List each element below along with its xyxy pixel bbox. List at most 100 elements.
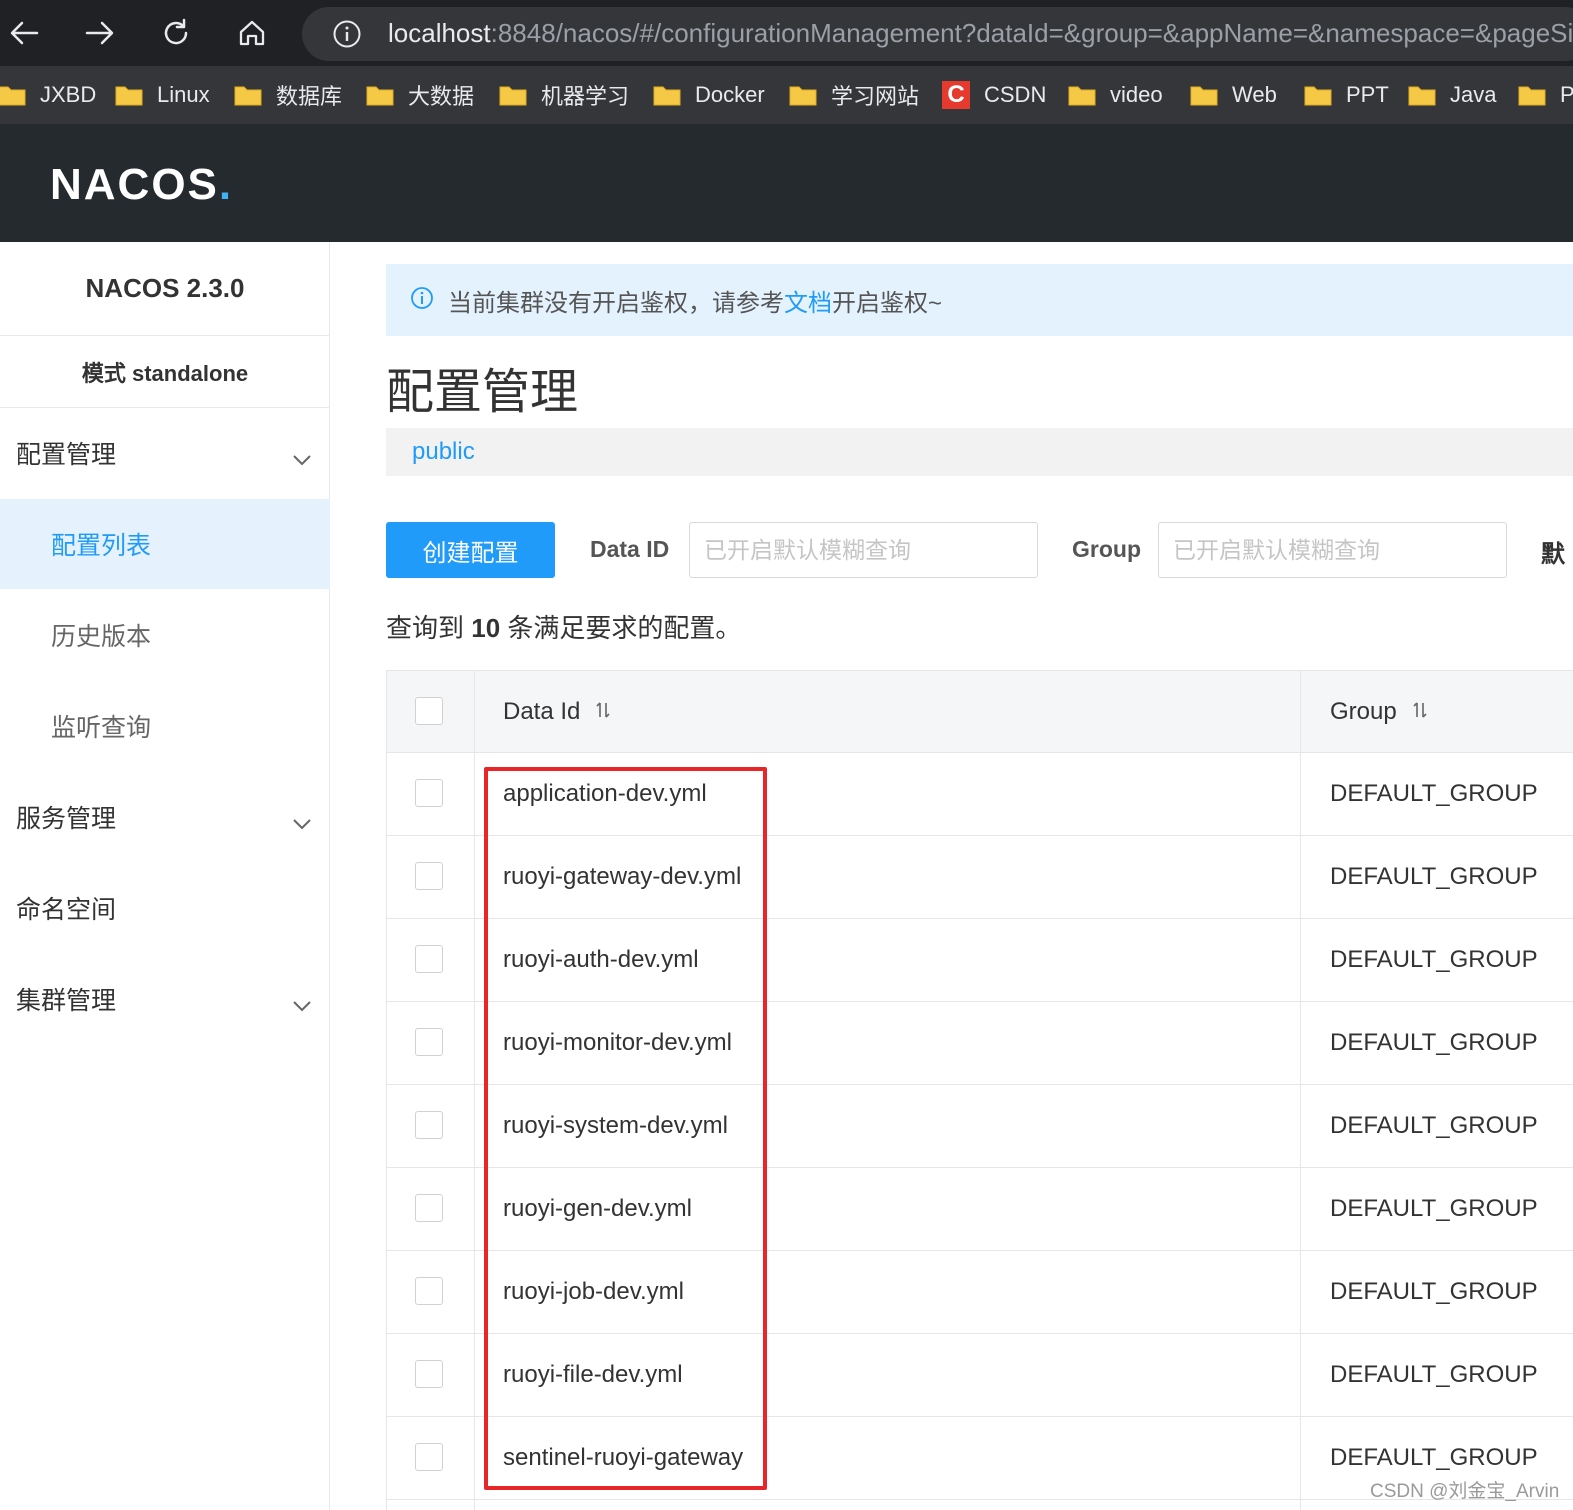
header-group[interactable]: Group — [1330, 698, 1427, 726]
mode-label: 模式 standalone — [0, 336, 330, 408]
address-bar[interactable]: localhost:8848/nacos/#/configurationMana… — [302, 7, 1573, 61]
namespace-bar: public — [386, 428, 1573, 476]
data-id-label: Data ID — [590, 536, 670, 562]
header-data-id[interactable]: Data Id — [503, 698, 610, 726]
bookmark-web[interactable]: Web — [1190, 80, 1277, 110]
notice-text: 当前集群没有开启鉴权，请参考文档开启鉴权~ — [448, 283, 942, 318]
chevron-down-icon — [292, 990, 312, 1019]
folder-icon — [115, 84, 143, 106]
sidebar-item-config-list[interactable]: 配置列表 — [0, 499, 330, 589]
folder-icon — [1190, 84, 1218, 106]
row-checkbox[interactable] — [415, 1194, 443, 1222]
bookmark-bigdata[interactable]: 大数据 — [366, 80, 474, 110]
forward-icon[interactable] — [80, 13, 120, 53]
table-row: ruoyi-monitor-dev.yml DEFAULT_GROUP — [387, 1002, 1573, 1085]
data-id-cell[interactable]: application-dev.yml — [503, 780, 707, 808]
data-id-cell[interactable]: ruoyi-monitor-dev.yml — [503, 1029, 732, 1057]
bookmark-docker[interactable]: Docker — [653, 80, 765, 110]
bookmarks-bar: JXBD Linux 数据库 大数据 机器学习 Docker 学习网站 C CS… — [0, 66, 1573, 124]
create-config-button[interactable]: 创建配置 — [386, 522, 555, 578]
row-checkbox[interactable] — [415, 779, 443, 807]
page-title: 配置管理 — [386, 366, 579, 419]
bookmark-label: Docker — [695, 82, 765, 107]
folder-icon — [499, 84, 527, 106]
bookmark-java[interactable]: Java — [1408, 80, 1496, 110]
sidebar-item-config-management[interactable]: 配置管理 — [0, 408, 330, 498]
bookmark-linux[interactable]: Linux — [115, 80, 210, 110]
sidebar-item-label: 配置管理 — [16, 441, 117, 469]
back-icon[interactable] — [4, 13, 44, 53]
data-id-cell[interactable]: ruoyi-file-dev.yml — [503, 1361, 683, 1389]
data-id-cell[interactable]: ruoyi-job-dev.yml — [503, 1278, 684, 1306]
row-checkbox[interactable] — [415, 1028, 443, 1056]
group-cell: DEFAULT_GROUP — [1330, 1195, 1538, 1222]
sidebar-item-listener-query[interactable]: 监听查询 — [0, 681, 330, 771]
docs-link[interactable]: 文档 — [784, 290, 832, 317]
folder-icon — [366, 84, 394, 106]
summary-after: 条满足要求的配置。 — [500, 613, 742, 643]
folder-icon — [1408, 84, 1436, 106]
app-header: NACOS. — [0, 124, 1573, 242]
sidebar-item-service-management[interactable]: 服务管理 — [0, 772, 330, 862]
sidebar-item-namespace[interactable]: 命名空间 — [0, 863, 330, 953]
data-id-cell[interactable]: ruoyi-auth-dev.yml — [503, 946, 699, 974]
bookmark-database[interactable]: 数据库 — [234, 80, 342, 110]
sidebar-item-label: 命名空间 — [16, 896, 117, 924]
bookmark-csdn[interactable]: C CSDN — [942, 80, 1046, 110]
sidebar-item-label: 集群管理 — [16, 987, 117, 1015]
bookmark-ml[interactable]: 机器学习 — [499, 80, 629, 110]
group-cell: DEFAULT_GROUP — [1330, 946, 1538, 973]
folder-icon — [1068, 84, 1096, 106]
bookmark-ppt[interactable]: PPT — [1304, 80, 1389, 110]
notice-text-after: 开启鉴权~ — [832, 289, 943, 317]
bookmark-video[interactable]: video — [1068, 80, 1163, 110]
select-all-checkbox[interactable] — [415, 697, 443, 725]
group-cell: DEFAULT_GROUP — [1330, 780, 1538, 807]
browser-toolbar: localhost:8848/nacos/#/configurationMana… — [0, 0, 1573, 66]
data-id-cell[interactable]: ruoyi-gen-dev.yml — [503, 1195, 692, 1223]
group-input[interactable] — [1158, 522, 1507, 578]
group-cell: DEFAULT_GROUP — [1330, 1278, 1538, 1305]
bookmark-study[interactable]: 学习网站 — [789, 80, 919, 110]
url-path: :8848/nacos/#/configurationManagement?da… — [490, 18, 1573, 48]
group-cell: DEFAULT_GROUP — [1330, 863, 1538, 890]
row-checkbox[interactable] — [415, 1443, 443, 1471]
bookmark-jxbd[interactable]: JXBD — [0, 80, 96, 110]
table-header: Data Id Group — [387, 670, 1573, 753]
sidebar-item-history[interactable]: 历史版本 — [0, 590, 330, 680]
extra-filter-label: 默 — [1541, 541, 1565, 568]
table-row: ruoyi-job-dev.yml DEFAULT_GROUP — [387, 1251, 1573, 1334]
result-summary: 查询到 10 条满足要求的配置。 — [386, 608, 741, 645]
version-label: NACOS 2.3.0 — [0, 242, 330, 336]
header-data-id-label: Data Id — [503, 698, 581, 725]
bookmark-label: CSDN — [984, 82, 1047, 107]
header-group-label: Group — [1330, 698, 1397, 725]
bookmark-label: P — [1560, 82, 1573, 107]
row-checkbox[interactable] — [415, 945, 443, 973]
result-count: 10 — [471, 613, 501, 643]
data-id-cell[interactable]: ruoyi-gateway-dev.yml — [503, 863, 741, 891]
folder-icon — [653, 84, 681, 106]
info-icon[interactable] — [332, 19, 362, 54]
group-cell: DEFAULT_GROUP — [1330, 1112, 1538, 1139]
home-icon[interactable] — [232, 13, 272, 53]
nacos-logo[interactable]: NACOS. — [50, 160, 233, 210]
sort-icon[interactable] — [596, 698, 610, 726]
row-checkbox[interactable] — [415, 1360, 443, 1388]
bookmark-p[interactable]: P — [1518, 80, 1573, 110]
data-id-cell[interactable]: sentinel-ruoyi-gateway — [503, 1444, 743, 1472]
table-row: ruoyi-system-dev.yml DEFAULT_GROUP — [387, 1085, 1573, 1168]
sidebar-item-label: 服务管理 — [16, 805, 117, 833]
folder-icon — [1304, 84, 1332, 106]
data-id-cell[interactable]: ruoyi-system-dev.yml — [503, 1112, 728, 1140]
reload-icon[interactable] — [156, 13, 196, 53]
row-checkbox[interactable] — [415, 1277, 443, 1305]
namespace-public[interactable]: public — [412, 438, 475, 466]
csdn-icon: C — [942, 81, 970, 109]
data-id-input[interactable] — [689, 522, 1038, 578]
row-checkbox[interactable] — [415, 862, 443, 890]
sort-icon[interactable] — [1413, 698, 1427, 726]
sidebar-item-cluster-management[interactable]: 集群管理 — [0, 954, 330, 1044]
row-checkbox[interactable] — [415, 1111, 443, 1139]
chevron-down-icon — [292, 808, 312, 837]
